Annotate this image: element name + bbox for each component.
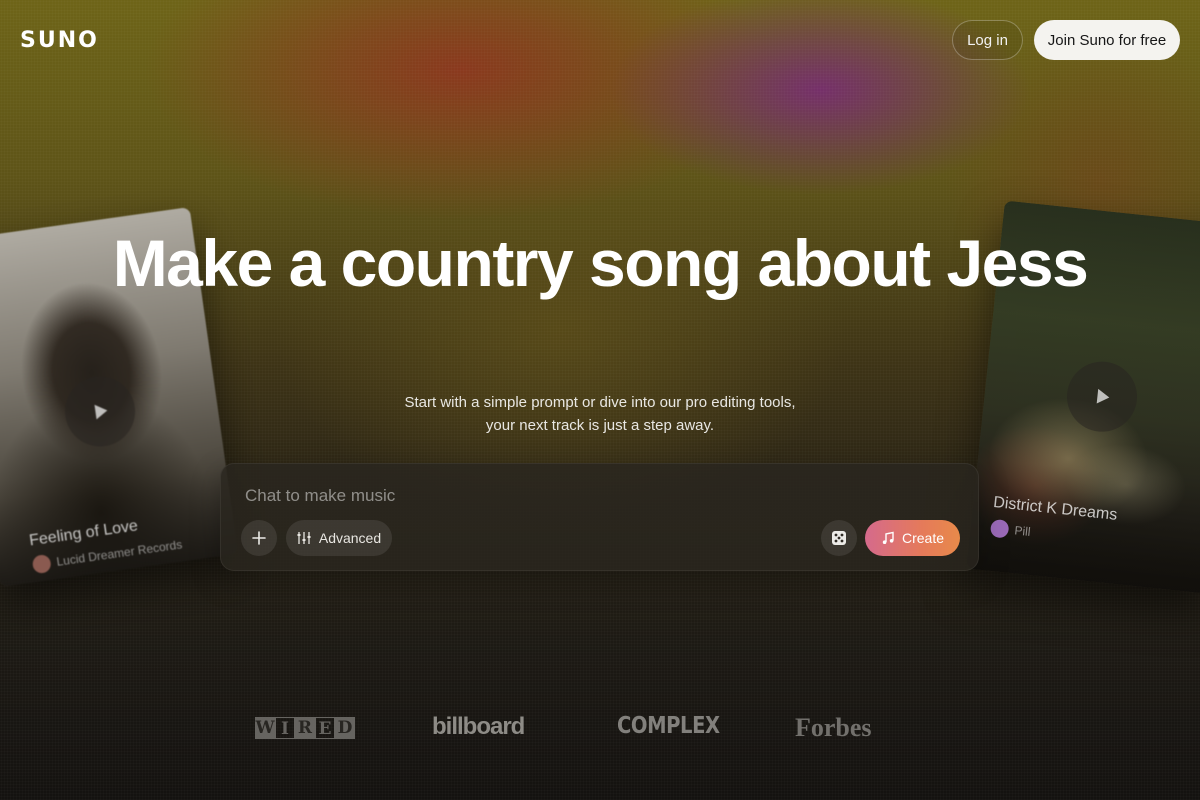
chat-input[interactable]: Chat to make music: [245, 486, 395, 506]
suno-logo[interactable]: SUNO: [20, 28, 99, 53]
plus-icon: [252, 531, 266, 545]
chat-composer[interactable]: Chat to make music Advanced Create: [220, 463, 979, 571]
play-button[interactable]: [60, 371, 140, 451]
advanced-label: Advanced: [318, 530, 382, 546]
create-label: Create: [901, 530, 945, 546]
advanced-button[interactable]: Advanced: [286, 520, 392, 556]
artist-avatar: [31, 553, 52, 575]
music-note-icon: [882, 531, 894, 544]
forbes-logo: Forbes: [795, 713, 872, 742]
play-button[interactable]: [1063, 358, 1141, 436]
play-icon: [1096, 388, 1110, 404]
dice-icon: [832, 531, 846, 545]
sliders-icon: [297, 532, 311, 544]
song-artist: Pill: [989, 518, 1032, 541]
random-prompt-button[interactable]: [821, 520, 857, 556]
add-button[interactable]: [241, 520, 277, 556]
artist-name: Pill: [1013, 523, 1032, 539]
hero-subtext: Start with a simple prompt or dive into …: [404, 394, 796, 434]
join-button[interactable]: Join Suno for free: [1034, 20, 1180, 60]
hero-headline: Make a country song about Jess: [112, 226, 1089, 300]
create-button[interactable]: Create: [865, 520, 960, 556]
wired-logo: WIRED: [255, 717, 355, 739]
artist-avatar: [989, 518, 1010, 539]
complex-logo: COMPLEX: [617, 713, 720, 739]
login-button[interactable]: Log in: [952, 20, 1023, 60]
play-icon: [94, 404, 108, 420]
billboard-logo: billboard: [432, 713, 525, 740]
